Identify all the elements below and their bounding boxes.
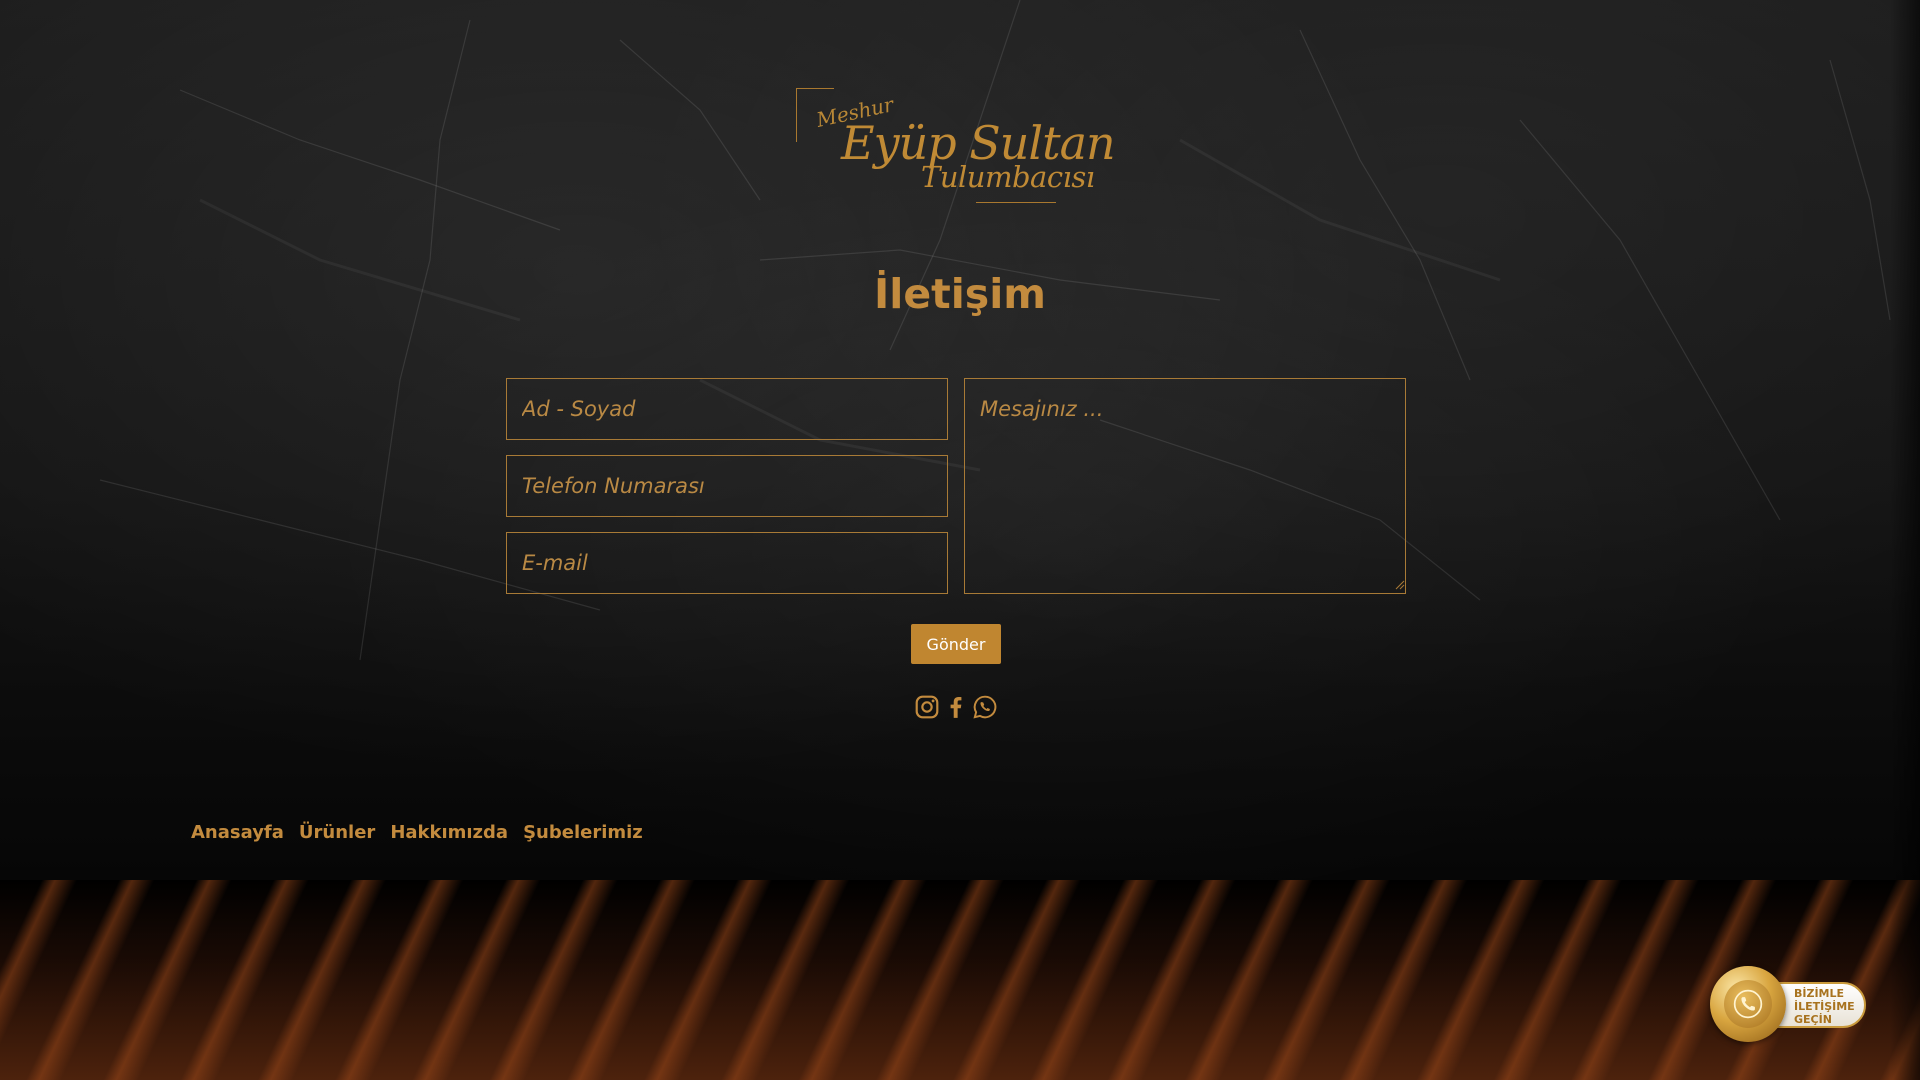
right-edge-shade xyxy=(1890,0,1920,1080)
phone-input[interactable] xyxy=(506,455,948,517)
contact-badge-line3: GEÇİN xyxy=(1794,1013,1832,1026)
footer-link-branches[interactable]: Şubelerimiz xyxy=(523,822,643,843)
contact-badge-label: BİZİMLE İLETİŞİME GEÇİN xyxy=(1794,987,1864,1026)
instagram-icon[interactable] xyxy=(914,694,940,720)
contact-badge-line1: BİZİMLE xyxy=(1794,987,1845,1000)
logo-bracket-bottom-right xyxy=(976,202,1056,203)
contact-badge-circle xyxy=(1710,966,1786,1042)
whatsapp-icon[interactable] xyxy=(972,694,998,720)
facebook-icon[interactable] xyxy=(943,694,969,720)
logo-sub-text: Tulumbacısı xyxy=(921,160,1095,194)
email-input[interactable] xyxy=(506,532,948,594)
resize-grip-icon[interactable] xyxy=(1395,580,1405,590)
brand-logo[interactable]: Meshur Eyüp Sultan Tulumbacısı xyxy=(796,88,1116,203)
phone-icon xyxy=(1733,989,1763,1019)
name-input[interactable] xyxy=(506,378,948,440)
footer-link-products[interactable]: Ürünler xyxy=(299,822,375,843)
footer-nav: Anasayfa Ürünler Hakkımızda Şubelerimiz xyxy=(191,822,643,843)
contact-badge-line2: İLETİŞİME xyxy=(1794,1000,1855,1013)
footer-link-about[interactable]: Hakkımızda xyxy=(390,822,508,843)
contact-us-badge[interactable]: BİZİMLE İLETİŞİME GEÇİN xyxy=(1710,966,1868,1042)
footer-background-image xyxy=(0,880,1920,1080)
page-title: İletişim xyxy=(874,270,1046,318)
message-textarea[interactable] xyxy=(964,378,1406,594)
submit-button[interactable]: Gönder xyxy=(911,624,1001,664)
footer-link-home[interactable]: Anasayfa xyxy=(191,822,284,843)
